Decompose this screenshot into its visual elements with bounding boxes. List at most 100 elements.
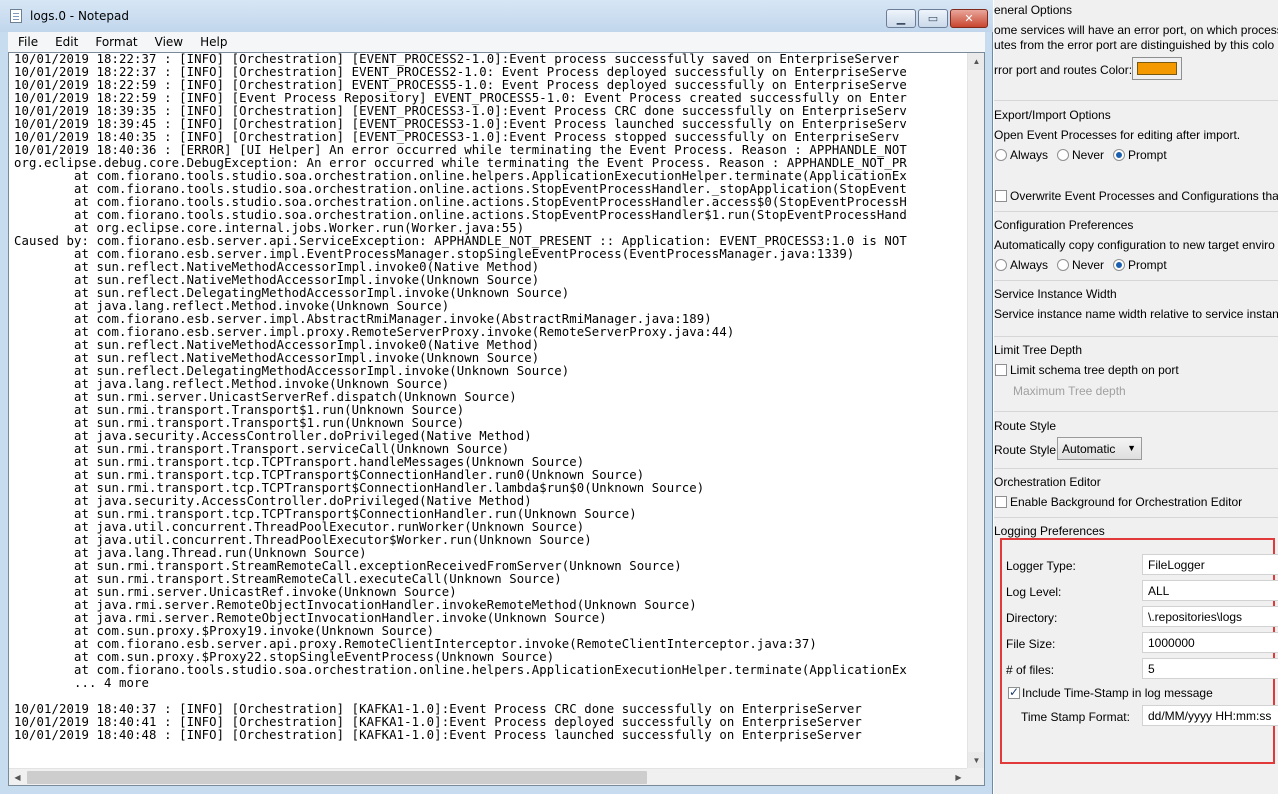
section-divider	[994, 280, 1278, 281]
logger-type-field[interactable]: FileLogger	[1142, 554, 1278, 575]
log-line: Caused by: com.fiorano.esb.server.api.Se…	[14, 235, 907, 248]
orchestration-editor-header: Orchestration Editor	[994, 475, 1101, 489]
export-radio-never-label: Never	[1072, 148, 1105, 162]
log-line: at java.rmi.server.RemoteObjectInvocatio…	[14, 612, 607, 625]
route-style-header: Route Style	[994, 419, 1057, 433]
scroll-right-arrow-icon[interactable]: ▶	[950, 769, 967, 785]
log-line: at java.util.concurrent.ThreadPoolExecut…	[14, 534, 592, 547]
maximum-tree-depth-label: Maximum Tree depth	[1013, 384, 1126, 398]
maximize-icon: ▭	[927, 12, 939, 25]
log-line: at sun.rmi.transport.StreamRemoteCall.ex…	[14, 573, 562, 586]
minimize-icon: ▁	[896, 12, 906, 25]
limit-tree-depth-label: Limit schema tree depth on port	[1010, 363, 1179, 377]
section-divider	[994, 517, 1278, 518]
menu-view[interactable]: View	[145, 35, 190, 49]
section-divider	[994, 411, 1278, 412]
limit-tree-depth-header: Limit Tree Depth	[994, 343, 1083, 357]
log-line: at sun.rmi.server.UnicastRef.invoke(Unkn…	[14, 586, 457, 599]
logging-preferences-box: Logger Type: FileLogger Log Level: ALL D…	[1000, 538, 1278, 764]
log-line: at com.sun.proxy.$Proxy22.stopSingleEven…	[14, 651, 555, 664]
log-line: at com.sun.proxy.$Proxy19.invoke(Unknown…	[14, 625, 435, 638]
maximize-button[interactable]: ▭	[918, 9, 948, 28]
config-radio-never[interactable]	[1057, 259, 1069, 271]
logging-preferences-header: Logging Preferences	[994, 524, 1105, 538]
export-radio-prompt-label: Prompt	[1128, 148, 1167, 162]
log-line: 10/01/2019 18:22:59 : [INFO] [Event Proc…	[14, 92, 907, 105]
orchestration-background-checkbox[interactable]	[995, 496, 1007, 508]
directory-field[interactable]: \.repositories\logs	[1142, 606, 1278, 627]
config-radio-always-label: Always	[1010, 258, 1049, 272]
log-line: at java.security.AccessController.doPriv…	[14, 495, 532, 508]
log-line: at sun.rmi.transport.Transport.serviceCa…	[14, 443, 510, 456]
menu-help[interactable]: Help	[190, 35, 234, 49]
log-line: at sun.rmi.transport.tcp.TCPTransport$Co…	[14, 508, 637, 521]
color-swatch-fill	[1137, 62, 1177, 75]
menu-edit[interactable]: Edit	[45, 35, 85, 49]
route-style-label: Route Style	[994, 443, 1057, 457]
limit-tree-depth-checkbox[interactable]	[995, 364, 1007, 376]
log-line: at com.fiorano.tools.studio.soa.orchestr…	[14, 209, 907, 222]
section-divider	[994, 336, 1278, 337]
title-bar[interactable]: logs.0 - Notepad ▁ ▭ ✕	[0, 0, 993, 32]
config-radio-prompt[interactable]	[1113, 259, 1125, 271]
log-line: at sun.reflect.NativeMethodAccessorImpl.…	[14, 352, 540, 365]
log-line: at java.lang.reflect.Method.invoke(Unkno…	[14, 300, 450, 313]
log-text-area[interactable]: 10/01/2019 18:22:37 : [INFO] [Orchestrat…	[14, 53, 966, 766]
general-options-header: eneral Options	[994, 3, 1073, 17]
log-line: at sun.reflect.DelegatingMethodAccessorI…	[14, 365, 570, 378]
log-line: at java.util.concurrent.ThreadPoolExecut…	[14, 521, 585, 534]
export-radio-prompt[interactable]	[1113, 149, 1125, 161]
log-line: at com.fiorano.tools.studio.soa.orchestr…	[14, 183, 907, 196]
scroll-up-arrow-icon[interactable]: ▲	[968, 53, 984, 70]
close-button[interactable]: ✕	[950, 9, 988, 28]
vertical-scrollbar[interactable]: ▲ ▼	[967, 53, 984, 769]
log-line: at sun.reflect.NativeMethodAccessorImpl.…	[14, 274, 540, 287]
configuration-preferences-header: Configuration Preferences	[994, 218, 1134, 232]
horizontal-scroll-thumb[interactable]	[27, 771, 647, 784]
export-import-text: Open Event Processes for editing after i…	[994, 128, 1241, 142]
log-line: at sun.rmi.transport.StreamRemoteCall.ex…	[14, 560, 682, 573]
num-files-label: # of files:	[1006, 663, 1055, 677]
text-editor[interactable]: 10/01/2019 18:22:37 : [INFO] [Orchestrat…	[8, 52, 985, 786]
menu-file[interactable]: File	[8, 35, 45, 49]
menu-format[interactable]: Format	[85, 35, 144, 49]
export-radio-never[interactable]	[1057, 149, 1069, 161]
chevron-down-icon: ▼	[1127, 443, 1136, 453]
log-line: at com.fiorano.tools.studio.soa.orchestr…	[14, 664, 907, 677]
timestamp-format-label: Time Stamp Format:	[1021, 710, 1130, 724]
general-options-text-2: utes from the error port are distinguish…	[994, 38, 1275, 52]
file-size-field[interactable]: 1000000	[1142, 632, 1278, 653]
timestamp-format-field[interactable]: dd/MM/yyyy HH:mm:ss	[1142, 705, 1278, 726]
scroll-down-arrow-icon[interactable]: ▼	[968, 752, 984, 769]
log-line: at java.rmi.server.RemoteObjectInvocatio…	[14, 599, 697, 612]
minimize-button[interactable]: ▁	[886, 9, 916, 28]
log-line: at sun.reflect.NativeMethodAccessorImpl.…	[14, 261, 540, 274]
log-line: at com.fiorano.tools.studio.soa.orchestr…	[14, 170, 907, 183]
route-style-select[interactable]: Automatic ▼	[1057, 437, 1142, 460]
directory-label: Directory:	[1006, 611, 1058, 625]
file-size-label: File Size:	[1006, 637, 1056, 651]
log-line: 10/01/2019 18:22:59 : [INFO] [Orchestrat…	[14, 79, 907, 92]
config-radio-always[interactable]	[995, 259, 1007, 271]
overwrite-checkbox[interactable]	[995, 190, 1007, 202]
num-files-field[interactable]: 5	[1142, 658, 1278, 679]
log-line: at com.fiorano.esb.server.impl.proxy.Rem…	[14, 326, 735, 339]
log-line: at sun.rmi.transport.tcp.TCPTransport$Co…	[14, 482, 705, 495]
log-line: at sun.reflect.DelegatingMethodAccessorI…	[14, 287, 570, 300]
error-port-color-button[interactable]	[1132, 57, 1182, 80]
route-style-value: Automatic	[1062, 442, 1116, 456]
log-level-field[interactable]: ALL	[1142, 580, 1278, 601]
scroll-left-arrow-icon[interactable]: ◀	[9, 769, 26, 785]
section-divider	[994, 211, 1278, 212]
notepad-app-icon[interactable]	[10, 9, 22, 23]
log-line: 10/01/2019 18:40:36 : [ERROR] [UI Helper…	[14, 144, 907, 157]
include-timestamp-checkbox[interactable]	[1008, 685, 1020, 699]
section-divider	[994, 468, 1278, 469]
menu-bar: File Edit Format View Help	[8, 32, 985, 52]
export-radio-always-label: Always	[1010, 148, 1049, 162]
log-line: at java.lang.reflect.Method.invoke(Unkno…	[14, 378, 450, 391]
horizontal-scrollbar[interactable]: ◀ ▶	[9, 768, 967, 785]
configuration-preferences-text: Automatically copy configuration to new …	[994, 238, 1275, 252]
export-radio-always[interactable]	[995, 149, 1007, 161]
